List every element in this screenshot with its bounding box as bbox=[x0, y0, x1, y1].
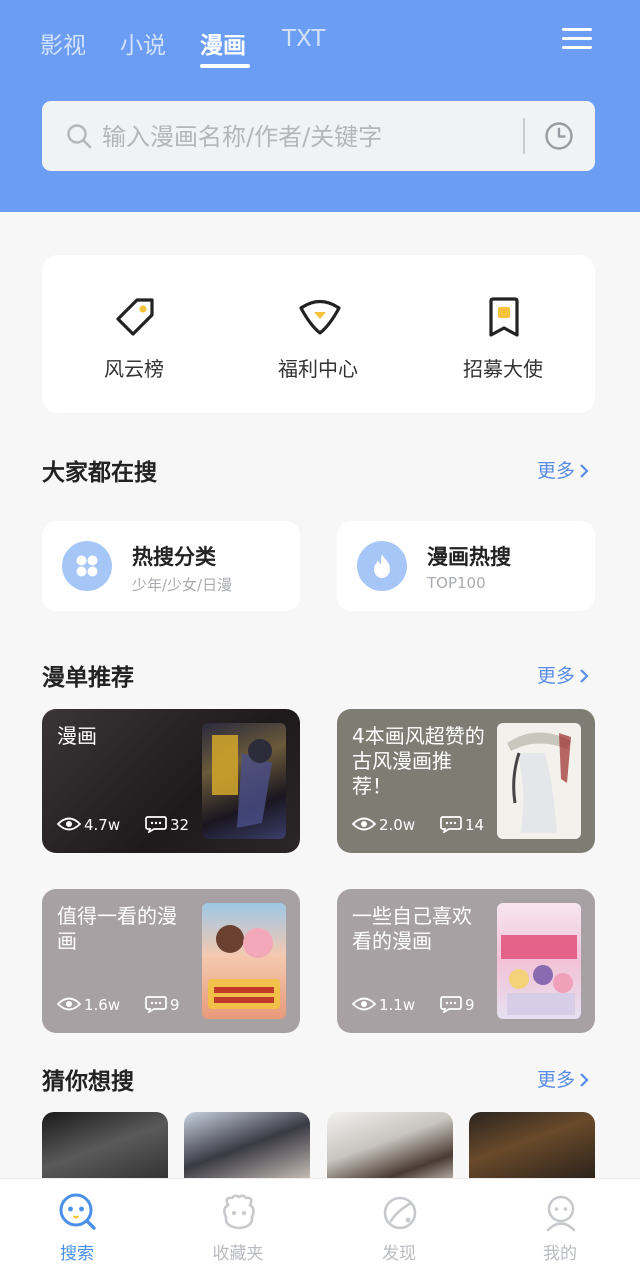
comment-count: 32 bbox=[170, 816, 190, 834]
tabbar-label: 发现 bbox=[382, 1244, 416, 1264]
recommend-more-link[interactable]: 更多 bbox=[537, 661, 590, 688]
tabbar-favorites[interactable]: 收藏夹 bbox=[178, 1179, 298, 1265]
comic-list-stats: 1.1w 9 bbox=[352, 994, 502, 1016]
hot-search-card[interactable]: 漫画热搜 TOP100 bbox=[337, 521, 595, 611]
comic-cover-art bbox=[501, 935, 577, 1015]
tab-comic[interactable]: 漫画 bbox=[200, 26, 246, 60]
eye-icon bbox=[352, 817, 376, 831]
bottom-tab-bar: 搜索 收藏夹 发现 我的 bbox=[0, 1178, 640, 1265]
comic-list-stats: 1.6w 9 bbox=[57, 994, 207, 1016]
tabbar-discover[interactable]: 发现 bbox=[339, 1179, 459, 1265]
view-count: 2.0w bbox=[379, 816, 416, 834]
flame-icon-badge bbox=[357, 541, 407, 591]
comic-list-title: 一些自己喜欢看的漫画 bbox=[352, 904, 472, 953]
search-bar bbox=[42, 101, 595, 171]
flame-icon bbox=[374, 554, 390, 578]
comic-cover-art bbox=[212, 735, 272, 828]
quick-link-ranking[interactable]: 风云榜 bbox=[54, 255, 214, 413]
search-input[interactable] bbox=[100, 115, 504, 159]
quick-link-ambassador[interactable]: 招募大使 bbox=[423, 255, 583, 413]
hot-category-card[interactable]: 热搜分类 少年/少女/日漫 bbox=[42, 521, 300, 611]
comment-icon bbox=[440, 996, 462, 1013]
guess-more-link[interactable]: 更多 bbox=[537, 1065, 590, 1092]
eye-icon bbox=[352, 997, 376, 1011]
tab-txt[interactable]: TXT bbox=[282, 26, 325, 52]
popular-more-link[interactable]: 更多 bbox=[537, 456, 590, 483]
hot-card-subtitle: TOP100 bbox=[427, 574, 486, 592]
bookmark-icon bbox=[489, 297, 519, 337]
hot-card-title: 热搜分类 bbox=[132, 545, 216, 569]
comic-cover bbox=[497, 723, 581, 839]
grid-icon bbox=[76, 555, 98, 577]
more-label: 更多 bbox=[537, 460, 576, 482]
tab-novel[interactable]: 小说 bbox=[120, 26, 166, 60]
header: 影视 小说 漫画 TXT bbox=[0, 0, 640, 212]
more-label: 更多 bbox=[537, 1069, 576, 1091]
comic-list-card[interactable]: 一些自己喜欢看的漫画 1.1w 9 bbox=[337, 889, 595, 1033]
gem-icon bbox=[299, 299, 341, 335]
comic-list-card[interactable]: 4本画风超赞的古风漫画推荐！ 2.0w 14 bbox=[337, 709, 595, 853]
menu-icon[interactable] bbox=[562, 26, 594, 50]
comic-list-stats: 2.0w 14 bbox=[352, 814, 502, 836]
tabbar-label: 我的 bbox=[543, 1244, 577, 1264]
comic-list-stats: 4.7w 32 bbox=[57, 814, 207, 836]
eye-icon bbox=[57, 817, 81, 831]
view-count: 1.1w bbox=[379, 996, 416, 1014]
comment-icon bbox=[145, 996, 167, 1013]
active-tab-indicator bbox=[200, 64, 250, 68]
quick-link-label: 招募大使 bbox=[463, 357, 543, 381]
hot-card-subtitle: 少年/少女/日漫 bbox=[132, 576, 233, 594]
clock-icon[interactable] bbox=[544, 121, 574, 151]
search-face-icon bbox=[59, 1193, 96, 1230]
tab-video[interactable]: 影视 bbox=[40, 26, 86, 60]
popular-section-title: 大家都在搜 bbox=[42, 460, 157, 486]
quick-link-label: 福利中心 bbox=[278, 357, 358, 381]
quick-link-welfare[interactable]: 福利中心 bbox=[238, 255, 398, 413]
search-icon bbox=[67, 124, 92, 149]
favorites-icon bbox=[223, 1194, 255, 1230]
view-count: 4.7w bbox=[84, 816, 121, 834]
recommend-section-title: 漫单推荐 bbox=[42, 665, 134, 691]
comic-cover bbox=[202, 723, 286, 839]
more-label: 更多 bbox=[537, 665, 576, 687]
profile-icon bbox=[546, 1195, 576, 1232]
comic-list-card[interactable]: 值得一看的漫画 1.6w 9 bbox=[42, 889, 300, 1033]
comic-list-title: 值得一看的漫画 bbox=[57, 904, 177, 953]
planet-icon bbox=[383, 1196, 417, 1230]
tabbar-profile[interactable]: 我的 bbox=[500, 1179, 620, 1265]
quick-links: 风云榜 福利中心 招募大使 bbox=[42, 255, 595, 413]
comment-count: 14 bbox=[465, 816, 485, 834]
hot-card-title: 漫画热搜 bbox=[427, 545, 511, 569]
tag-icon bbox=[116, 298, 154, 336]
comic-cover bbox=[497, 903, 581, 1019]
comic-list-title: 漫画 bbox=[57, 724, 97, 748]
comic-list-title: 4本画风超赞的古风漫画推荐！ bbox=[352, 724, 485, 798]
comic-cover-art bbox=[208, 925, 280, 1009]
comic-cover-art bbox=[507, 732, 571, 833]
chevron-right-icon bbox=[580, 1073, 589, 1087]
guess-section-title: 猜你想搜 bbox=[42, 1069, 134, 1095]
eye-icon bbox=[57, 997, 81, 1011]
view-count: 1.6w bbox=[84, 996, 121, 1014]
search-divider bbox=[523, 118, 525, 154]
comment-count: 9 bbox=[465, 996, 475, 1014]
chevron-right-icon bbox=[580, 669, 589, 683]
tabbar-label: 搜索 bbox=[60, 1244, 94, 1264]
comic-cover bbox=[202, 903, 286, 1019]
tabbar-label: 收藏夹 bbox=[212, 1244, 264, 1264]
tabbar-search[interactable]: 搜索 bbox=[17, 1179, 137, 1265]
quick-link-label: 风云榜 bbox=[104, 357, 164, 381]
comment-icon bbox=[145, 816, 167, 833]
grid-icon-badge bbox=[62, 541, 112, 591]
comic-list-card[interactable]: 漫画 4.7w 32 bbox=[42, 709, 300, 853]
comment-icon bbox=[440, 816, 462, 833]
chevron-right-icon bbox=[580, 464, 589, 478]
comment-count: 9 bbox=[170, 996, 180, 1014]
